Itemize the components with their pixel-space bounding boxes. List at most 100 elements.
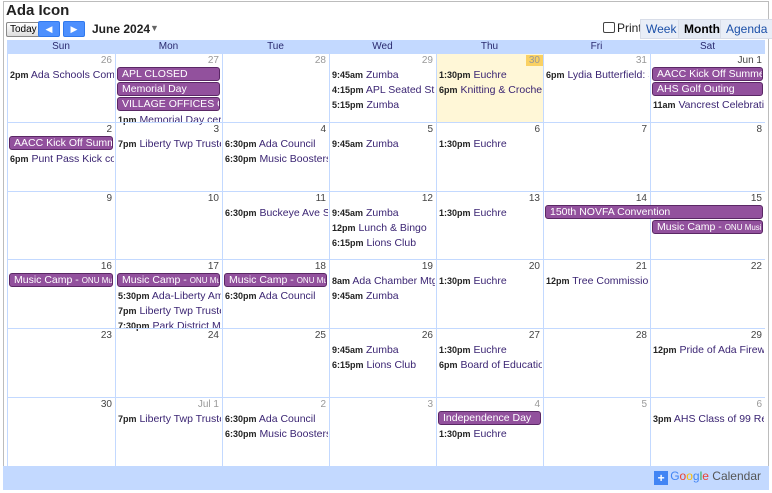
day-number[interactable]: 14 — [636, 193, 647, 204]
day-number[interactable]: 12 — [422, 193, 433, 204]
timed-event[interactable]: 9:45am Zumba — [332, 289, 435, 303]
timed-event[interactable]: 12pm Tree Commission — [546, 274, 649, 288]
timed-event[interactable]: 1:30pm Euchre — [439, 343, 542, 357]
timed-event[interactable]: 1:30pm Euchre — [439, 68, 542, 82]
timed-event[interactable]: 5:30pm Ada-Liberty Ambulance — [118, 289, 221, 303]
day-number[interactable]: 27 — [208, 55, 219, 66]
day-number[interactable]: 9 — [106, 193, 112, 204]
all-day-event[interactable]: Music Camp - ONU Music — [9, 273, 113, 288]
day-cell[interactable]: 3 — [329, 397, 436, 466]
day-number[interactable]: 8 — [756, 124, 762, 135]
day-cell[interactable]: 25 — [222, 329, 329, 397]
timed-event[interactable]: 7pm Liberty Twp Trustees — [118, 137, 221, 151]
day-cell[interactable]: Jul 1 — [115, 397, 222, 466]
timed-event[interactable]: 6:15pm Lions Club — [332, 358, 435, 372]
day-number[interactable]: 26 — [422, 330, 433, 341]
timed-event[interactable]: 7pm Liberty Twp Trustees — [118, 304, 221, 318]
timed-event[interactable]: 1:30pm Euchre — [439, 137, 542, 151]
timed-event[interactable]: 1:30pm Euchre — [439, 206, 542, 220]
day-number[interactable]: 28 — [315, 55, 326, 66]
day-cell[interactable]: 6 — [436, 122, 543, 191]
timed-event[interactable]: 8am Ada Chamber Mtg — [332, 274, 435, 288]
timed-event[interactable]: 11am Vancrest Celebration — [653, 98, 764, 112]
day-number[interactable]: 17 — [208, 261, 219, 272]
day-number[interactable]: 6 — [756, 399, 762, 410]
timed-event[interactable]: 6pm Lydia Butterfield: S — [546, 68, 649, 82]
day-number[interactable]: 26 — [101, 55, 112, 66]
timed-event[interactable]: 12pm Lunch & Bingo — [332, 221, 435, 235]
day-number[interactable]: 3 — [427, 399, 433, 410]
timed-event[interactable]: 6:30pm Buckeye Ave Safety — [225, 206, 328, 220]
day-number[interactable]: 23 — [101, 330, 112, 341]
day-number[interactable]: 30 — [525, 55, 543, 66]
timed-event[interactable]: 6:30pm Ada Council — [225, 289, 328, 303]
day-cell[interactable]: 26 — [7, 54, 115, 122]
day-cell[interactable]: 24 — [115, 329, 222, 397]
day-number[interactable]: 30 — [101, 399, 112, 410]
day-cell[interactable]: 11 — [222, 191, 329, 260]
prev-month-button[interactable]: ◀ — [38, 21, 60, 37]
all-day-event[interactable]: Music Camp - ONU Music — [652, 219, 763, 234]
timed-event[interactable]: 3pm AHS Class of 99 Reunion — [653, 412, 764, 426]
all-day-event[interactable]: 150th NOVFA Convention — [545, 204, 763, 219]
day-cell[interactable]: 16 — [7, 260, 115, 329]
day-number[interactable]: 22 — [751, 261, 762, 272]
all-day-event[interactable]: AHS Golf Outing — [652, 82, 763, 96]
timed-event[interactable]: 9:45am Zumba — [332, 343, 435, 357]
timed-event[interactable]: 6:30pm Ada Council — [225, 412, 328, 426]
day-number[interactable]: 16 — [101, 261, 112, 272]
day-number[interactable]: 18 — [315, 261, 326, 272]
day-number[interactable]: 24 — [208, 330, 219, 341]
tab-week[interactable]: Week — [640, 19, 683, 39]
timed-event[interactable]: 12pm Pride of Ada Fireworks — [653, 343, 764, 357]
day-number[interactable]: 13 — [529, 193, 540, 204]
all-day-event[interactable]: AACC Kick Off Summer — [9, 135, 113, 150]
day-cell[interactable]: 5 — [329, 122, 436, 191]
day-cell[interactable]: 20 — [436, 260, 543, 329]
day-number[interactable]: 6 — [534, 124, 540, 135]
print-button[interactable]: Print — [603, 21, 642, 35]
timed-event[interactable]: 9:45am Zumba — [332, 68, 435, 82]
day-number[interactable]: 7 — [641, 124, 647, 135]
timed-event[interactable]: 6pm Board of Education — [439, 358, 542, 372]
google-calendar-link[interactable]: + Google Calendar — [654, 469, 761, 485]
all-day-event[interactable]: Music Camp - ONU Music — [224, 273, 327, 288]
day-number[interactable]: 29 — [422, 55, 433, 66]
tab-agenda[interactable]: Agenda — [720, 19, 772, 39]
all-day-event[interactable]: Music Camp - ONU Music — [117, 273, 220, 288]
day-number[interactable]: 27 — [529, 330, 540, 341]
day-number[interactable]: 5 — [641, 399, 647, 410]
timed-event[interactable]: 1:30pm Euchre — [439, 274, 542, 288]
all-day-event[interactable]: VILLAGE OFFICES CLOSED — [117, 97, 220, 111]
day-cell[interactable]: 29 — [650, 329, 765, 397]
next-month-button[interactable]: ▶ — [63, 21, 85, 37]
day-cell[interactable]: 14 — [543, 191, 650, 260]
timed-event[interactable]: 9:45am Zumba — [332, 137, 435, 151]
day-number[interactable]: 5 — [427, 124, 433, 135]
day-cell[interactable]: 13 — [436, 191, 543, 260]
all-day-event[interactable]: Memorial Day — [117, 82, 220, 96]
timed-event[interactable]: 7pm Liberty Twp Trustees — [118, 412, 221, 426]
timed-event[interactable]: 6:30pm Music Boosters — [225, 152, 328, 166]
timed-event[interactable]: 9:45am Zumba — [332, 206, 435, 220]
day-number[interactable]: 29 — [751, 330, 762, 341]
day-cell[interactable]: 30 — [7, 397, 115, 466]
today-button[interactable]: Today — [6, 22, 41, 37]
day-number[interactable]: 3 — [213, 124, 219, 135]
tab-month[interactable]: Month — [678, 19, 726, 39]
day-number[interactable]: 21 — [636, 261, 647, 272]
day-number[interactable]: 31 — [636, 55, 647, 66]
timed-event[interactable]: 6:15pm Lions Club — [332, 236, 435, 250]
day-number[interactable]: 11 — [316, 193, 326, 204]
day-number[interactable]: 4 — [534, 399, 540, 410]
day-cell[interactable]: 22 — [650, 260, 765, 329]
day-number[interactable]: Jun 1 — [738, 55, 762, 66]
month-picker-caret-icon[interactable]: ▼ — [150, 23, 159, 33]
day-number[interactable]: 2 — [106, 124, 112, 135]
day-number[interactable]: 15 — [751, 193, 762, 204]
day-number[interactable]: 4 — [320, 124, 326, 135]
day-number[interactable]: 19 — [422, 261, 433, 272]
day-cell[interactable]: 6 — [650, 397, 765, 466]
timed-event[interactable]: 4:15pm APL Seated Stretch — [332, 83, 435, 97]
all-day-event[interactable]: AACC Kick Off Summer — [652, 67, 763, 81]
